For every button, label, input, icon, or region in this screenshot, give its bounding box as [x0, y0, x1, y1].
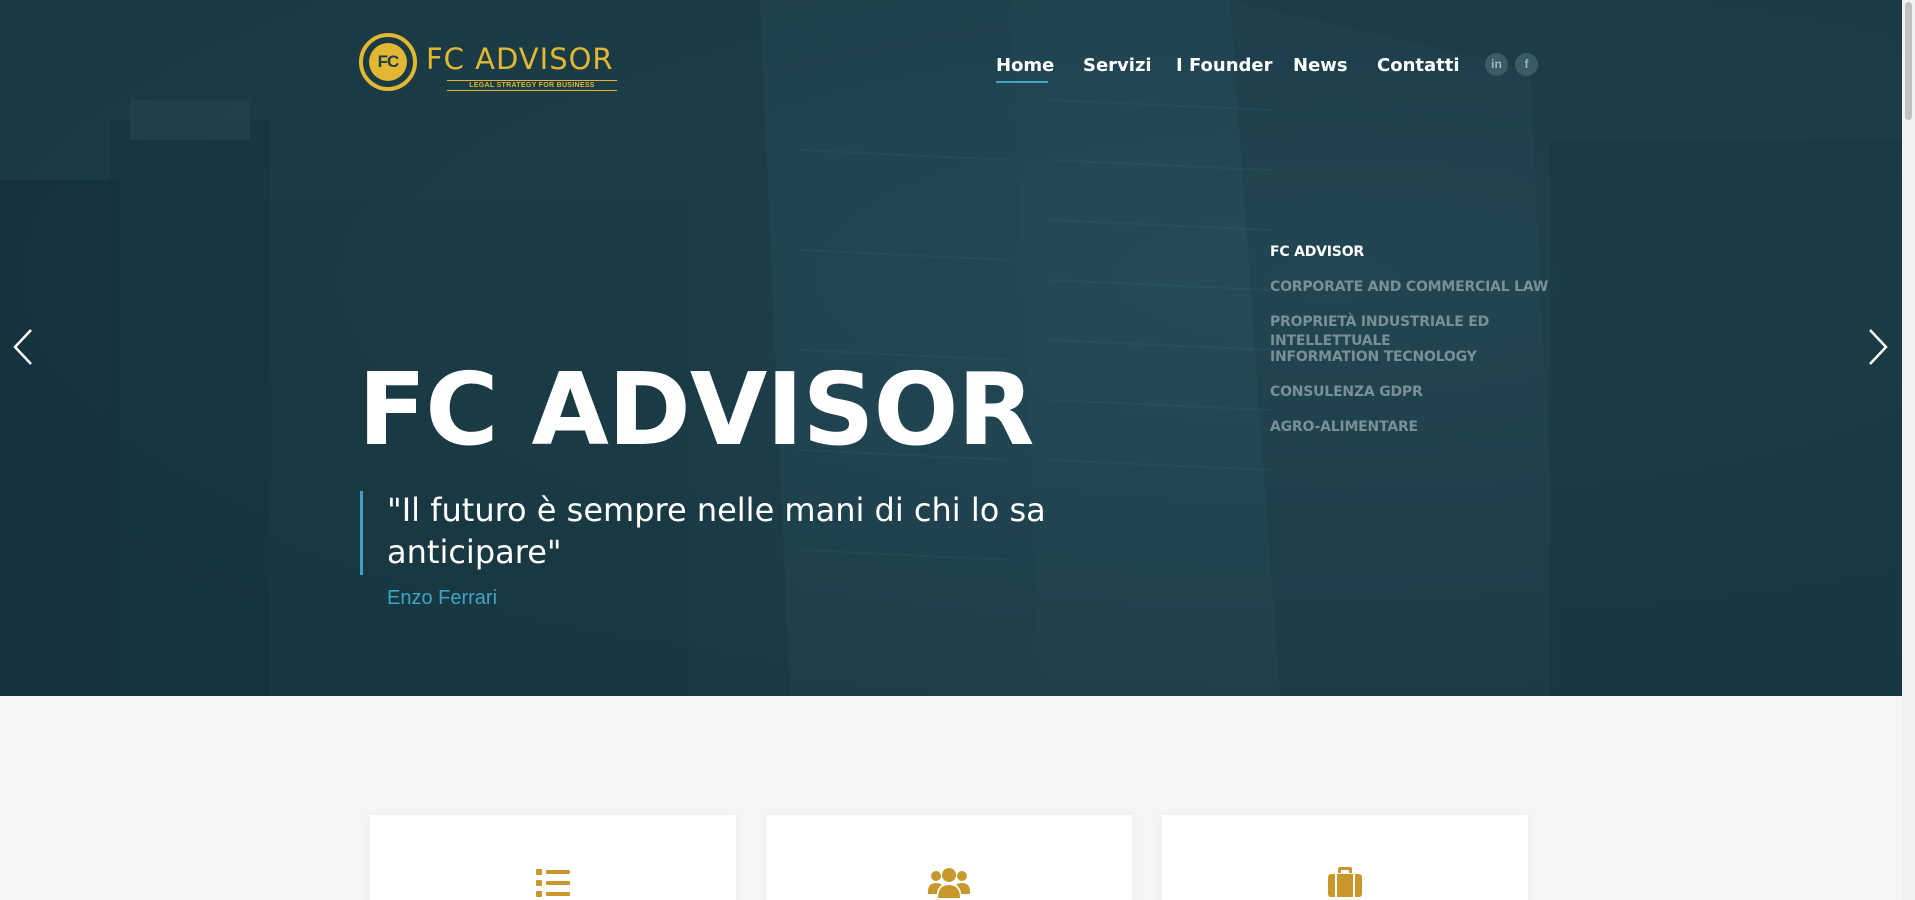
briefcase-icon: [1328, 867, 1362, 897]
nav-active-underline: [996, 81, 1048, 83]
chevron-left-icon[interactable]: [11, 328, 35, 366]
users-icon: [928, 868, 970, 898]
slide-menu-item-gdpr[interactable]: CONSULENZA GDPR: [1270, 383, 1590, 402]
quote-accent-bar: [360, 491, 363, 575]
logo-name: FC ADVISOR: [426, 42, 614, 76]
nav-home[interactable]: Home: [996, 54, 1054, 78]
feature-card: [1162, 815, 1528, 900]
slide-menu-item-fc-advisor[interactable]: FC ADVISOR: [1270, 243, 1590, 262]
feature-card: [370, 815, 736, 900]
page: FC FC ADVISOR LEGAL STRATEGY FOR BUSINES…: [0, 0, 1902, 900]
hero-quote: "Il futuro è sempre nelle mani di chi lo…: [387, 491, 1046, 571]
nav-founder[interactable]: I Founder: [1176, 54, 1273, 78]
feature-card: [766, 815, 1132, 900]
nav-servizi[interactable]: Servizi: [1083, 54, 1152, 78]
quote-author: Enzo Ferrari: [387, 587, 498, 609]
slide-menu-item-proprieta[interactable]: PROPRIETÀ INDUSTRIALE ED INTELLETTUALE: [1270, 313, 1490, 351]
list-icon: [536, 869, 570, 897]
logo-tagline: LEGAL STRATEGY FOR BUSINESS: [447, 80, 617, 91]
hero-overlay: [0, 0, 1902, 696]
chevron-right-icon[interactable]: [1866, 328, 1890, 366]
slide-menu-item-agro[interactable]: AGRO-ALIMENTARE: [1270, 418, 1590, 437]
logo-mark: FC: [369, 43, 407, 81]
hero-title: FC ADVISOR: [358, 351, 1035, 468]
nav-news[interactable]: News: [1293, 54, 1348, 78]
facebook-icon[interactable]: f: [1515, 53, 1538, 76]
page-scrollbar[interactable]: [1902, 0, 1915, 900]
hero-slider: FC FC ADVISOR LEGAL STRATEGY FOR BUSINES…: [0, 0, 1902, 696]
site-logo[interactable]: FC FC ADVISOR LEGAL STRATEGY FOR BUSINES…: [359, 33, 617, 99]
linkedin-icon[interactable]: in: [1485, 53, 1508, 76]
nav-contatti[interactable]: Contatti: [1377, 54, 1460, 78]
slide-menu-item-corporate[interactable]: CORPORATE AND COMMERCIAL LAW: [1270, 278, 1590, 297]
slide-menu-item-it[interactable]: INFORMATION TECNOLOGY: [1270, 348, 1590, 367]
scrollbar-thumb[interactable]: [1905, 2, 1912, 120]
